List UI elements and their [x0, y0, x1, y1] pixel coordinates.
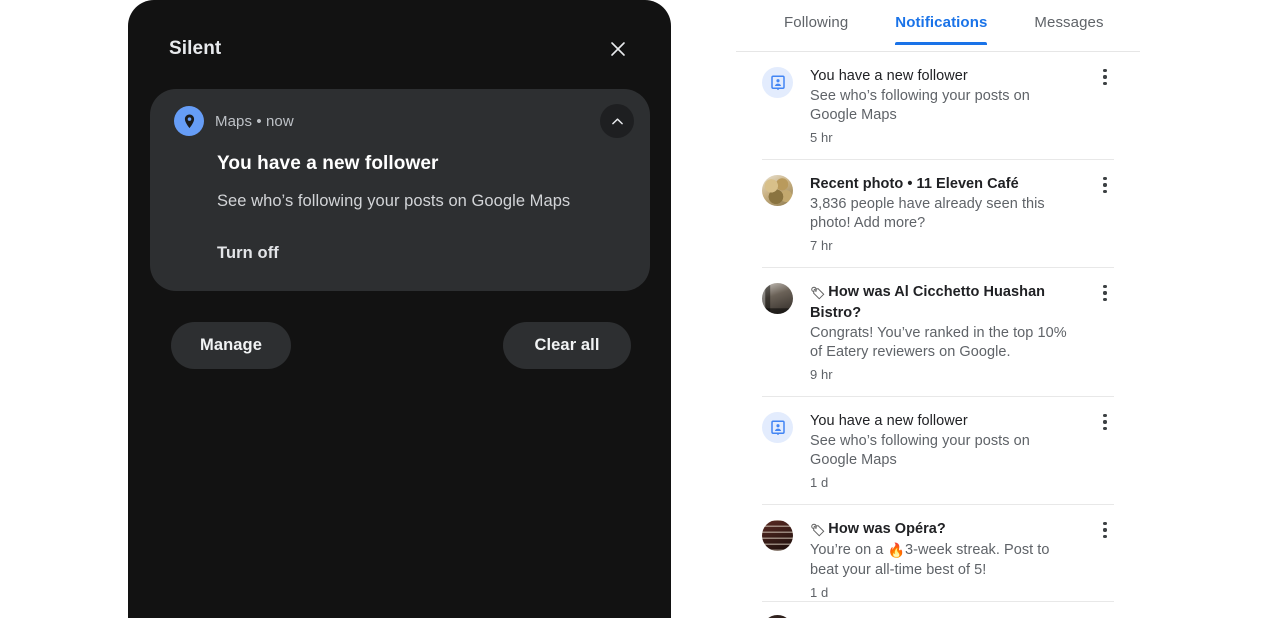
manage-button[interactable]: Manage — [171, 322, 291, 369]
notification-text: You have a new follower See who’s follow… — [810, 66, 1096, 145]
tab-following-label: Following — [784, 14, 849, 31]
notification-list-item-partial[interactable] — [762, 601, 1114, 618]
tab-notifications-label: Notifications — [895, 14, 988, 31]
notification-text: Recent photo • 11 Eleven Café 3,836 peop… — [810, 174, 1096, 253]
photo-food-thumbnail — [762, 175, 793, 206]
notification-body-prefix: You’re on a — [810, 542, 888, 558]
notification-item-time: 5 hr — [810, 130, 833, 145]
notification-item-title: 🏷 How was Opéra? — [810, 519, 1080, 540]
tab-notifications[interactable]: Notifications — [895, 14, 988, 45]
shade-header: Silent — [128, 26, 671, 72]
close-icon[interactable] — [605, 36, 631, 62]
notification-shade: Silent Maps • now You have a new followe… — [128, 0, 671, 618]
notification-app-line: Maps • now — [215, 112, 294, 130]
notification-item-title: Recent photo • 11 Eleven Café — [810, 176, 1019, 192]
notification-item-title: 🏷 How was Al Cicchetto Huashan Bistro? — [810, 282, 1080, 323]
notification-item-title: You have a new follower — [810, 68, 968, 84]
notification-list-item[interactable]: 🏷 How was Al Cicchetto Huashan Bistro? Co… — [762, 268, 1114, 397]
notification-list-item[interactable]: You have a new follower See who’s follow… — [762, 52, 1114, 160]
clear-all-button[interactable]: Clear all — [503, 322, 631, 369]
notification-item-body: 3,836 people have already seen this phot… — [810, 196, 1045, 231]
photo-bistro-thumbnail — [762, 283, 793, 314]
notification-list-item[interactable]: You have a new follower See who’s follow… — [762, 397, 1114, 505]
notification-item-time: 1 d — [810, 475, 829, 490]
contact-card-icon — [762, 67, 793, 98]
contact-card-icon — [762, 412, 793, 443]
tab-messages[interactable]: Messages — [1034, 14, 1103, 44]
turn-off-button[interactable]: Turn off — [217, 244, 279, 263]
notification-item-body: See who’s following your posts on Google… — [810, 88, 1030, 123]
screen: Silent Maps • now You have a new followe… — [0, 0, 1280, 618]
kebab-menu-icon[interactable] — [1096, 519, 1114, 542]
notification-item-body: See who’s following your posts on Google… — [810, 433, 1030, 468]
notification-text: You have a new follower See who’s follow… — [810, 411, 1096, 490]
notification-item-body: Congrats! You’ve ranked in the top 10% o… — [810, 325, 1067, 360]
notifications-list: You have a new follower See who’s follow… — [736, 52, 1140, 614]
shade-title: Silent — [169, 38, 222, 59]
tab-messages-label: Messages — [1034, 14, 1104, 31]
notification-list-item[interactable]: 🏷 How was Opéra? You’re on a 🔥3-week stre… — [762, 505, 1114, 614]
tabbar: Following Notifications Messages — [736, 0, 1140, 52]
notification-item-body: You’re on a 🔥3-week streak. Post to beat… — [810, 541, 1080, 580]
notifications-panel: Following Notifications Messages You hav… — [736, 0, 1140, 618]
notification-item-title-text: How was Opéra? — [828, 521, 946, 537]
maps-pin-icon — [174, 106, 204, 136]
active-tab-indicator — [895, 42, 988, 45]
kebab-menu-icon[interactable] — [1096, 66, 1114, 89]
label-tag-icon: 🏷 — [810, 286, 826, 300]
notification-item-time: 7 hr — [810, 238, 833, 253]
tab-following[interactable]: Following — [784, 14, 848, 44]
photo-opera-thumbnail — [762, 520, 793, 551]
notification-list-item[interactable]: Recent photo • 11 Eleven Café 3,836 peop… — [762, 160, 1114, 268]
notification-item-time: 1 d — [810, 585, 829, 600]
kebab-menu-icon[interactable] — [1096, 282, 1114, 305]
notification-card[interactable]: Maps • now You have a new follower See w… — [150, 89, 650, 291]
label-tag-icon: 🏷 — [810, 523, 826, 537]
fire-icon: 🔥 — [887, 543, 905, 559]
notification-item-title: You have a new follower — [810, 413, 968, 429]
kebab-menu-icon[interactable] — [1096, 411, 1114, 434]
notification-text: 🏷 How was Al Cicchetto Huashan Bistro? Co… — [810, 282, 1096, 382]
kebab-menu-icon[interactable] — [1096, 174, 1114, 197]
notification-title: You have a new follower — [217, 153, 439, 174]
notification-card-header: Maps • now — [174, 106, 294, 136]
notification-text: 🏷 How was Opéra? You’re on a 🔥3-week stre… — [810, 519, 1096, 600]
notification-item-time: 9 hr — [810, 367, 833, 382]
notification-item-title-text: How was Al Cicchetto Huashan Bistro? — [810, 284, 1046, 321]
chevron-up-icon[interactable] — [600, 104, 634, 138]
notification-body: See who’s following your posts on Google… — [217, 192, 571, 210]
